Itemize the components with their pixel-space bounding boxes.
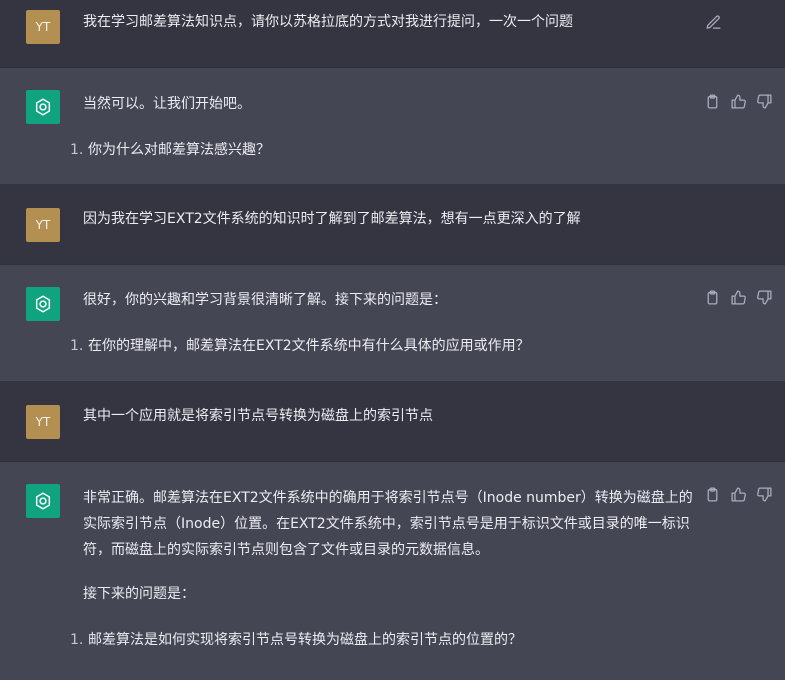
thumbs-down-icon[interactable] <box>756 486 773 503</box>
assistant-avatar <box>26 484 60 518</box>
thumbs-down-icon[interactable] <box>756 93 773 110</box>
assistant-paragraph: 很好，你的兴趣和学习背景很清晰了解。接下来的问题是： <box>83 292 447 308</box>
thumbs-up-icon[interactable] <box>730 93 747 110</box>
message-actions <box>704 289 773 306</box>
clipboard-icon[interactable] <box>704 289 721 306</box>
list-number: 1. <box>70 338 84 354</box>
edit-icon[interactable] <box>705 14 722 35</box>
list-item: 在你的理解中，邮差算法在EXT2文件系统中有什么具体的应用或作用？ <box>88 338 530 354</box>
user-message-text: 我在学习邮差算法知识点，请你以苏格拉底的方式对我进行提问，一次一个问题 <box>83 14 573 30</box>
message-actions <box>704 93 773 110</box>
assistant-message-text: 很好，你的兴趣和学习背景很清晰了解。接下来的问题是： <box>83 287 703 313</box>
user-message-text: 其中一个应用就是将索引节点号转换为磁盘上的索引节点 <box>83 408 433 424</box>
assistant-avatar <box>26 90 60 124</box>
openai-logo-icon <box>35 98 51 116</box>
assistant-paragraph: 当然可以。让我们开始吧。 <box>83 96 251 112</box>
user-message-row: YT 其中一个应用就是将索引节点号转换为磁盘上的索引节点 <box>0 381 785 461</box>
assistant-message-row: 非常正确。邮差算法在EXT2文件系统中的确用于将索引节点号（Inode numb… <box>0 462 785 680</box>
user-message-text: 因为我在学习EXT2文件系统的知识时了解到了邮差算法，想有一点更深入的了解 <box>83 211 581 227</box>
user-message-row: YT 因为我在学习EXT2文件系统的知识时了解到了邮差算法，想有一点更深入的了解 <box>0 184 785 264</box>
openai-logo-icon <box>35 295 51 313</box>
openai-logo-icon <box>35 492 51 510</box>
assistant-message-text: 非常正确。邮差算法在EXT2文件系统中的确用于将索引节点号（Inode numb… <box>83 485 695 607</box>
assistant-question-list: 1. 你为什么对邮差算法感兴趣？ <box>70 137 700 163</box>
thumbs-up-icon[interactable] <box>730 289 747 306</box>
thumbs-up-icon[interactable] <box>730 486 747 503</box>
message-actions <box>704 486 773 503</box>
list-item: 邮差算法是如何实现将索引节点号转换为磁盘上的索引节点的位置的？ <box>88 632 522 648</box>
user-avatar: YT <box>26 208 60 242</box>
assistant-message-row: 当然可以。让我们开始吧。 1. 你为什么对邮差算法感兴趣？ <box>0 68 785 184</box>
assistant-question-list: 1. 邮差算法是如何实现将索引节点号转换为磁盘上的索引节点的位置的？ <box>70 627 700 653</box>
assistant-message-text: 当然可以。让我们开始吧。 <box>83 91 703 117</box>
clipboard-icon[interactable] <box>704 486 721 503</box>
clipboard-icon[interactable] <box>704 93 721 110</box>
assistant-avatar <box>26 287 60 321</box>
assistant-paragraph: 非常正确。邮差算法在EXT2文件系统中的确用于将索引节点号（Inode numb… <box>83 490 693 558</box>
list-item: 你为什么对邮差算法感兴趣？ <box>88 142 270 158</box>
list-number: 1. <box>70 142 84 158</box>
user-avatar: YT <box>26 10 60 44</box>
user-message-row: YT 我在学习邮差算法知识点，请你以苏格拉底的方式对我进行提问，一次一个问题 <box>0 0 785 67</box>
user-avatar: YT <box>26 405 60 439</box>
assistant-paragraph: 接下来的问题是： <box>83 586 195 602</box>
assistant-message-row: 很好，你的兴趣和学习背景很清晰了解。接下来的问题是： 1. 在你的理解中，邮差算法… <box>0 265 785 381</box>
list-number: 1. <box>70 632 84 648</box>
assistant-question-list: 1. 在你的理解中，邮差算法在EXT2文件系统中有什么具体的应用或作用？ <box>70 333 700 359</box>
thumbs-down-icon[interactable] <box>756 289 773 306</box>
